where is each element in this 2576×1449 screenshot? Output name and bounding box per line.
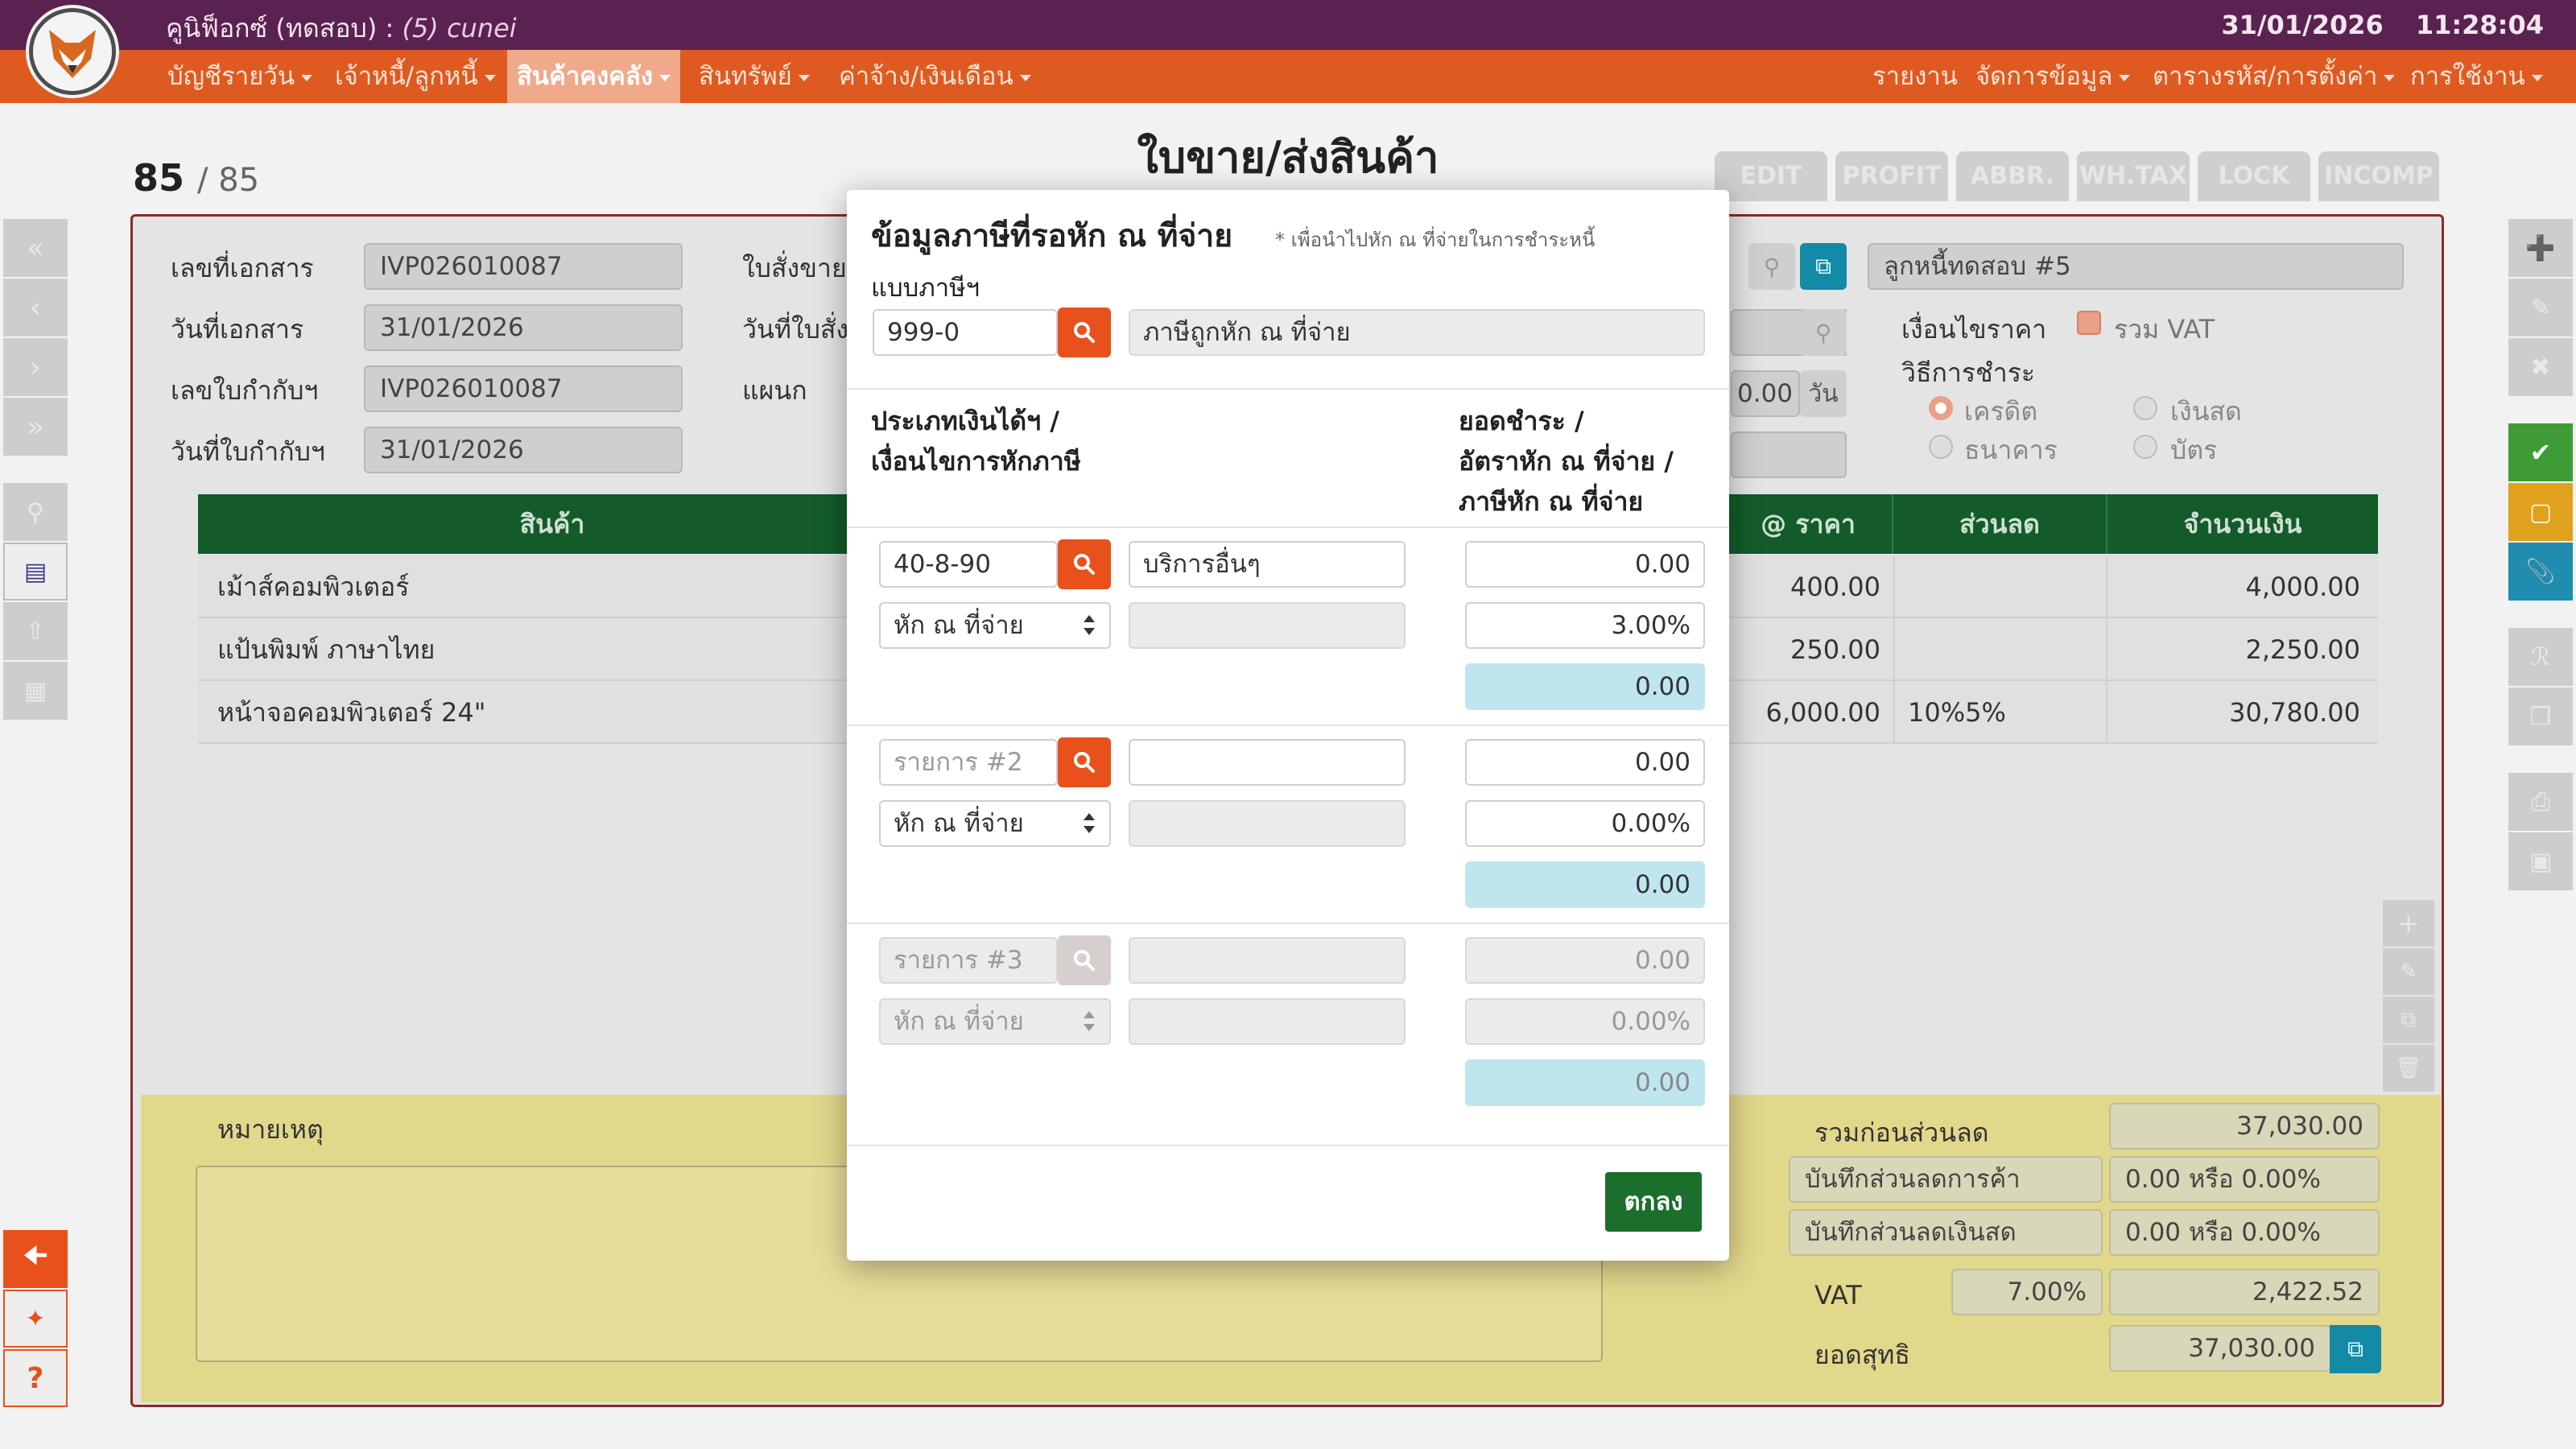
search-income-button-1[interactable] <box>1058 539 1111 589</box>
search-icon <box>1074 752 1095 773</box>
condition-select-3: หัก ณ ที่จ่าย <box>879 998 1111 1045</box>
income-code-input-3: รายการ #3 <box>879 937 1058 984</box>
search-icon <box>1074 554 1095 575</box>
search-form-button[interactable] <box>1058 308 1111 357</box>
amount-rate-tax-header: ยอดชำระ / อัตราหัก ณ ที่จ่าย / ภาษีหัก ณ ท… <box>1459 406 1674 517</box>
income-name-input-1[interactable]: บริการอื่นๆ <box>1129 541 1406 588</box>
search-icon <box>1074 950 1095 971</box>
divider <box>847 388 1729 390</box>
ok-button[interactable]: ตกลง <box>1605 1172 1702 1232</box>
modal-note: * เพื่อนำไปหัก ณ ที่จ่ายในการชำระหนี้ <box>1275 229 1596 251</box>
tax-amount-2: 0.00 <box>1465 861 1705 908</box>
condition-extra-2 <box>1129 800 1406 847</box>
income-code-input-1[interactable]: 40-8-90 <box>879 541 1058 588</box>
condition-select-1[interactable]: หัก ณ ที่จ่าย <box>879 602 1111 649</box>
income-name-input-3 <box>1129 937 1406 984</box>
pay-amount-input-3: 0.00 <box>1465 937 1705 984</box>
divider <box>847 724 1729 726</box>
income-code-input-2[interactable]: รายการ #2 <box>879 739 1058 786</box>
income-name-input-2[interactable] <box>1129 739 1406 786</box>
tax-amount-3: 0.00 <box>1465 1059 1705 1106</box>
divider <box>847 1145 1729 1146</box>
form-type-label: แบบภาษีฯ <box>871 274 980 303</box>
pay-amount-input-1[interactable]: 0.00 <box>1465 541 1705 588</box>
divider <box>847 923 1729 924</box>
income-type-header: ประเภทเงินได้ฯ / เงื่อนไขการหักภาษี <box>871 406 1081 477</box>
form-code-input[interactable]: 999-0 <box>873 309 1058 356</box>
condition-extra-3 <box>1129 998 1406 1045</box>
rate-input-1[interactable]: 3.00% <box>1465 602 1705 649</box>
rate-input-2[interactable]: 0.00% <box>1465 800 1705 847</box>
chevron-updown-icon <box>1084 615 1095 638</box>
search-income-button-2[interactable] <box>1058 737 1111 787</box>
condition-select-2[interactable]: หัก ณ ที่จ่าย <box>879 800 1111 847</box>
pay-amount-input-2[interactable]: 0.00 <box>1465 739 1705 786</box>
modal-title: ข้อมูลภาษีที่รอหัก ณ ที่จ่าย <box>871 218 1233 254</box>
search-income-button-3 <box>1058 935 1111 985</box>
withholding-tax-modal: ข้อมูลภาษีที่รอหัก ณ ที่จ่าย * เพื่อนำไป… <box>847 190 1729 1261</box>
rate-input-3: 0.00% <box>1465 998 1705 1045</box>
tax-amount-1: 0.00 <box>1465 663 1705 710</box>
divider <box>847 526 1729 528</box>
chevron-updown-icon <box>1084 1011 1095 1034</box>
form-name-field: ภาษีถูกหัก ณ ที่จ่าย <box>1129 309 1705 356</box>
condition-extra-1 <box>1129 602 1406 649</box>
search-icon <box>1074 322 1095 343</box>
chevron-updown-icon <box>1084 813 1095 836</box>
